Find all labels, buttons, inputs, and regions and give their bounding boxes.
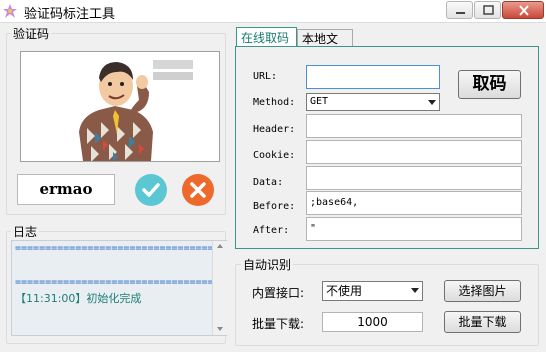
interface-select[interactable]: 不使用 [322, 281, 423, 301]
tab-online-fetch[interactable]: 在线取码 [236, 27, 297, 47]
captcha-group-title: 验证码 [11, 25, 52, 42]
maximize-button[interactable] [474, 1, 501, 19]
method-select[interactable]: GET [306, 93, 440, 111]
interface-value: 不使用 [326, 284, 363, 298]
batch-count-input[interactable]: 1000 [322, 312, 423, 332]
maximize-icon [483, 5, 494, 15]
close-button[interactable] [502, 1, 544, 19]
cookie-input[interactable] [306, 140, 522, 164]
before-input[interactable]: ;base64, [306, 191, 522, 215]
log-entry: 【11:31:00】初始化完成 [15, 290, 141, 306]
auto-ocr-group [235, 264, 539, 346]
log-group-title: 日志 [11, 223, 40, 240]
minimize-icon [456, 12, 465, 14]
method-value: GET [310, 96, 329, 107]
cross-icon [190, 182, 206, 198]
log-textarea[interactable]: ================================= ======… [11, 240, 227, 336]
url-input[interactable] [306, 65, 440, 89]
chevron-down-icon [411, 288, 419, 293]
header-label: Header: [253, 124, 296, 135]
checkmark-icon [142, 183, 160, 197]
data-label: Data: [253, 177, 284, 188]
log-separator: ================================= [15, 243, 214, 254]
cookie-label: Cookie: [253, 150, 296, 161]
window-title: 验证码标注工具 [24, 7, 116, 22]
header-input[interactable] [306, 114, 522, 138]
app-icon [3, 4, 17, 18]
confirm-button[interactable] [135, 174, 167, 206]
scroll-arrows-icon [217, 244, 223, 331]
minimize-button[interactable] [446, 1, 473, 19]
tab-local-file[interactable]: 本地文件 [297, 29, 353, 64]
url-label: URL: [253, 71, 278, 82]
auto-ocr-group-title: 自动识别 [241, 256, 294, 273]
captcha-answer-field[interactable]: ermao [17, 174, 115, 205]
captcha-cartoon-image [79, 60, 193, 162]
chevron-down-icon [428, 100, 436, 105]
log-scrollbar[interactable] [212, 241, 227, 335]
log-entry-time: 【11:31:00】 [15, 292, 87, 305]
interface-label: 内置接口: [252, 286, 305, 300]
batch-download-button[interactable]: 批量下载 [444, 311, 521, 333]
log-entry-message: 初始化完成 [86, 292, 142, 305]
log-separator: ================================= [15, 277, 214, 288]
captcha-image [20, 51, 220, 162]
batch-label: 批量下载: [252, 317, 305, 331]
skip-button[interactable] [182, 174, 214, 206]
select-image-button[interactable]: 选择图片 [444, 280, 521, 302]
after-input[interactable]: " [306, 217, 522, 241]
fetch-captcha-button[interactable]: 取码 [458, 70, 521, 99]
after-label: After: [253, 225, 290, 236]
close-icon [519, 5, 529, 16]
method-label: Method: [253, 97, 296, 108]
data-input[interactable] [306, 166, 522, 190]
before-label: Before: [253, 201, 296, 212]
